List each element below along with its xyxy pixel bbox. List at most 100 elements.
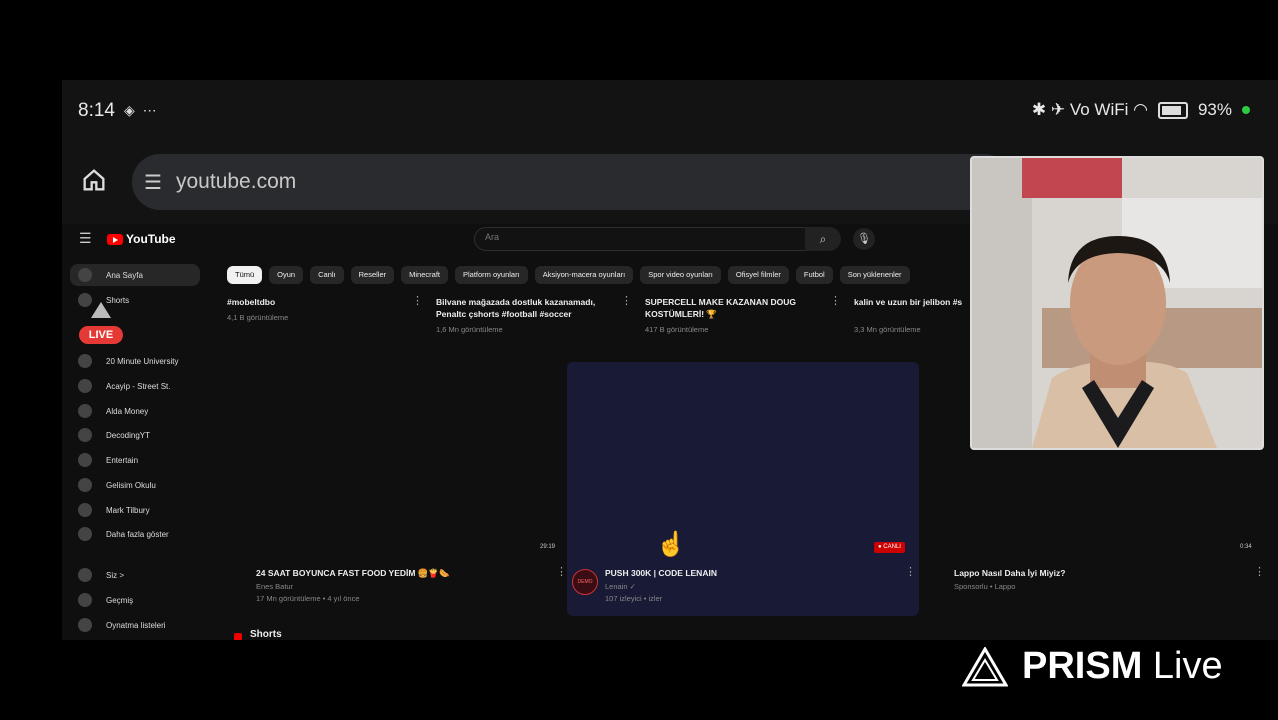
sidebar-item-icon xyxy=(78,593,92,607)
sidebar-item-icon xyxy=(78,354,92,368)
home-icon[interactable] xyxy=(80,166,110,196)
shorts-heading: Shorts xyxy=(250,629,282,640)
sidebar-item[interactable]: Ana Sayfa xyxy=(70,264,200,286)
search-icon[interactable]: ⌕ xyxy=(805,227,841,251)
prism-brand: PRISM xyxy=(1022,645,1143,687)
live-badge: ● CANLI xyxy=(874,542,905,553)
filter-chip[interactable]: Aksiyon-macera oyunları xyxy=(534,266,634,284)
video-title[interactable]: 24 SAAT BOYUNCA FAST FOOD YEDİM 🍔🍟🌭 xyxy=(256,567,450,579)
sidebar-item-icon xyxy=(78,478,92,492)
video-title[interactable]: #mobeltdbo xyxy=(227,296,412,308)
filter-chip[interactable]: Platform oyunları xyxy=(454,266,528,284)
youtube-play-icon xyxy=(107,233,123,245)
prism-logo-icon xyxy=(962,646,1008,686)
sidebar-item[interactable]: Acayip - Street St. xyxy=(70,375,200,397)
filter-chips: Tümü Oyun Canlı Reseller Minecraft Platform o… xyxy=(227,266,910,284)
sidebar-item-icon xyxy=(78,568,92,582)
sidebar-item-icon xyxy=(78,428,92,442)
sidebar-item-label: Oynatma listeleri xyxy=(106,620,166,630)
more-options-icon[interactable]: ⋮ xyxy=(412,294,423,307)
filter-chip[interactable]: Tümü xyxy=(227,266,263,284)
mic-icon[interactable]: 🎙 xyxy=(853,228,875,250)
sidebar-item-icon xyxy=(78,503,92,517)
sidebar-item-label: Mark Tilbury xyxy=(106,505,150,515)
video-title[interactable]: Lappo Nasıl Daha İyi Miyiz? xyxy=(954,567,1065,579)
video-duration: 0:34 xyxy=(1240,544,1252,550)
video-meta: 17 Mn görüntüleme • 4 yıl önce xyxy=(256,594,360,603)
url-text[interactable]: youtube.com xyxy=(176,170,296,194)
more-options-icon[interactable]: ⋮ xyxy=(1254,565,1265,578)
status-left-icons: ◈ ⋯ xyxy=(124,102,159,118)
sidebar-item[interactable]: Gelisim Okulu xyxy=(70,474,200,496)
prism-suffix: Live xyxy=(1152,645,1223,687)
youtube-logo[interactable]: YouTube xyxy=(107,232,176,246)
sidebar-item[interactable]: Mark Tilbury xyxy=(70,499,200,521)
sidebar-item-label: Daha fazla göster xyxy=(106,529,169,539)
sidebar-item[interactable]: DecodingYT xyxy=(70,424,200,446)
video-channel[interactable]: Enes Batur xyxy=(256,581,293,592)
sidebar-item-label: Geçmiş xyxy=(106,595,134,605)
video-meta: 1,6 Mn görüntüleme xyxy=(436,325,503,334)
filter-chip[interactable]: Reseller xyxy=(350,266,395,284)
video-duration: 29:19 xyxy=(540,544,556,550)
menu-icon[interactable]: ☰ xyxy=(79,230,92,247)
status-right: ✱ ✈ Vo WiFi ◠ 93% xyxy=(1032,100,1250,120)
video-meta: 3,3 Mn görüntüleme xyxy=(854,325,921,334)
sidebar-item-label: DecodingYT xyxy=(106,430,151,440)
video-title[interactable]: Bilvane mağazada dostluk kazanamadı, Pen… xyxy=(436,296,621,320)
prism-live-text: PRISM Live xyxy=(1022,645,1223,688)
video-title[interactable]: PUSH 300K | CODE LENAIN xyxy=(605,567,717,579)
sidebar-item-label: Ana Sayfa xyxy=(106,270,143,280)
sidebar-item-label: Gelisim Okulu xyxy=(106,480,156,490)
more-options-icon[interactable]: ⋮ xyxy=(905,565,916,578)
filter-chip[interactable]: Minecraft xyxy=(401,266,448,284)
status-right-icons: ✱ ✈ Vo WiFi ◠ xyxy=(1031,100,1148,119)
sidebar-item-label: 20 Minute University xyxy=(106,356,179,366)
sidebar-item-icon xyxy=(78,293,92,307)
sidebar-item[interactable]: Alda Money xyxy=(70,400,200,422)
sidebar-item[interactable]: Entertain xyxy=(70,449,200,471)
sidebar-item-label: Entertain xyxy=(106,455,139,465)
search-input[interactable]: Ara xyxy=(474,227,806,251)
filter-chip[interactable]: Futbol xyxy=(795,266,833,284)
sidebar-item-icon xyxy=(78,453,92,467)
sidebar-item[interactable]: Daha fazla göster xyxy=(70,523,200,545)
filter-chip[interactable]: Ofisyel filmler xyxy=(727,266,789,284)
more-options-icon[interactable]: ⋮ xyxy=(556,565,567,578)
search-placeholder: Ara xyxy=(485,232,500,242)
site-settings-icon[interactable]: ☰ xyxy=(144,170,162,195)
live-overlay-badge: LIVE xyxy=(79,326,123,344)
recording-dot-icon xyxy=(1242,106,1250,114)
avatar[interactable]: DEMO xyxy=(572,569,598,595)
cursor-icon: ☝ xyxy=(656,531,686,558)
filter-chip[interactable]: Canlı xyxy=(310,266,344,284)
video-channel[interactable]: Lenain ✓ xyxy=(605,581,636,592)
sidebar-item[interactable]: Geçmiş xyxy=(70,589,200,611)
sidebar-item-icon xyxy=(78,527,92,541)
video-title[interactable]: SUPERCELL MAKE KAZANAN DOUG KOSTÜMLERİ! … xyxy=(645,296,830,320)
status-time: 8:14 xyxy=(78,100,115,121)
sidebar-item-icon xyxy=(78,379,92,393)
sidebar-item-icon xyxy=(78,618,92,632)
webcam-overlay xyxy=(970,156,1264,450)
sidebar-item-label: Alda Money xyxy=(106,406,149,416)
sidebar: Ana Sayfa Shorts 20 Minute University Acayi… xyxy=(62,264,212,640)
filter-chip[interactable]: Spor video oyunları xyxy=(640,266,721,284)
address-bar[interactable]: ☰ youtube.com xyxy=(132,154,1012,210)
battery-percent: 93% xyxy=(1197,100,1232,119)
prism-live-watermark: PRISM Live xyxy=(962,645,1223,688)
sidebar-item[interactable]: Oynatma listeleri xyxy=(70,614,200,636)
sidebar-item[interactable]: 20 Minute University xyxy=(70,350,200,372)
shorts-icon xyxy=(234,633,242,640)
webcam-person-image xyxy=(972,158,1262,448)
more-options-icon[interactable]: ⋮ xyxy=(830,294,841,307)
filter-chip[interactable]: Son yüklenenler xyxy=(839,266,910,284)
more-options-icon[interactable]: ⋮ xyxy=(621,294,632,307)
battery-icon xyxy=(1157,101,1188,119)
video-meta: 4,1 B görüntüleme xyxy=(227,313,289,322)
filter-chip[interactable]: Oyun xyxy=(269,266,304,284)
video-channel[interactable]: Sponsorlu • Lappo xyxy=(954,581,1015,592)
sidebar-item[interactable]: Siz > xyxy=(70,564,200,586)
sidebar-item[interactable]: Shorts xyxy=(70,289,200,311)
prism-small-logo-icon xyxy=(91,302,111,318)
